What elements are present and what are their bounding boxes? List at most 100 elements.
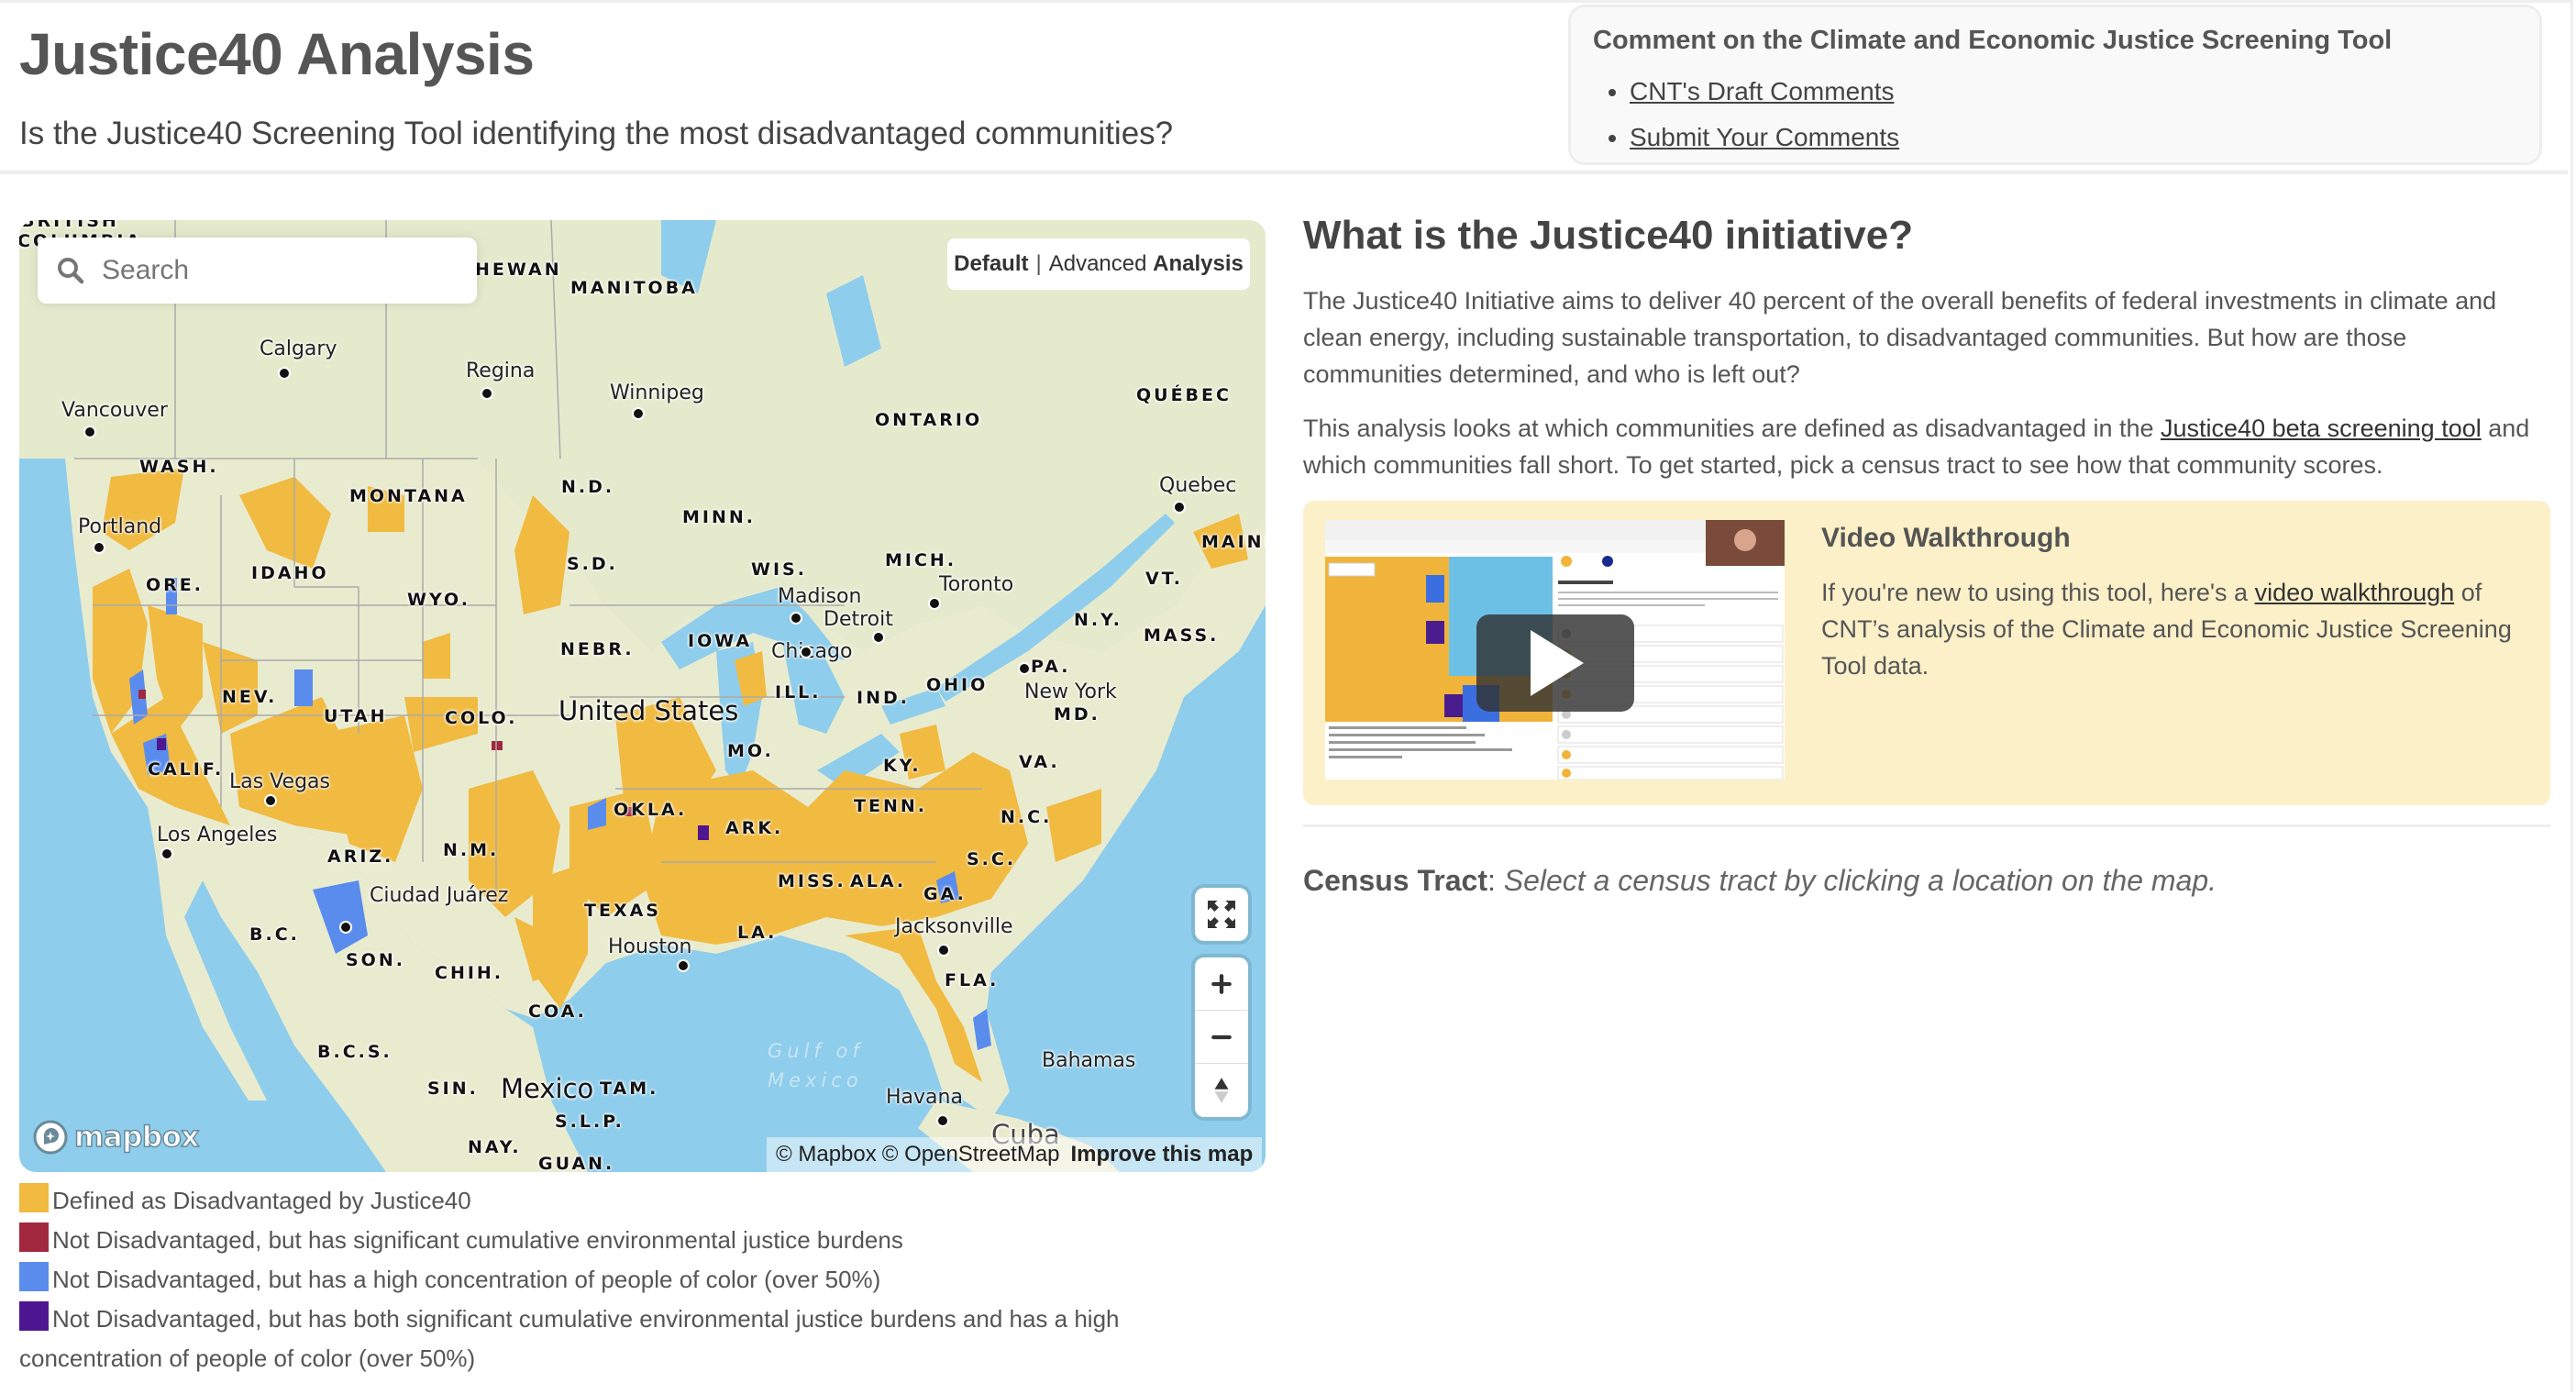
map-label-region: ALA. [850,871,907,891]
legend-label: Not Disadvantaged, but has a high concen… [52,1266,881,1293]
draft-comments-link[interactable]: CNT's Draft Comments [1630,77,1895,105]
search-input[interactable] [100,254,452,287]
map-label-city: Madison [778,585,862,608]
fullscreen-button[interactable] [1195,888,1248,941]
info-paragraph-2-text: This analysis looks at which communities… [1303,415,2161,442]
map-label-region: VA. [1019,752,1060,772]
map-label-city: Bahamas [1042,1049,1136,1072]
map-label-city: Ciudad Juárez [370,884,509,907]
mapbox-logo[interactable]: mapbox [32,1119,200,1156]
map-label-region: S.C. [967,849,1017,869]
osm-attribution-link[interactable]: © OpenStreetMap [882,1142,1060,1167]
map-search[interactable] [38,238,477,304]
map-label-city: Vancouver [61,399,168,422]
legend-label: Defined as Disadvantaged by Justice40 [52,1187,471,1214]
comment-card-heading: Comment on the Climate and Economic Just… [1593,26,2393,55]
mapbox-logo-icon [33,1120,68,1155]
city-dot [339,921,352,934]
map-label-region: ILL. [775,682,822,703]
legend-item: Not Disadvantaged, but has a high concen… [19,1260,1211,1300]
legend-swatch-burdens [19,1223,49,1252]
city-dot [264,794,277,807]
page-subtitle: Is the Justice40 Screening Tool identify… [19,116,1174,151]
census-tract-label: Census Tract [1303,864,1487,897]
map-label-region: B.C. [249,924,300,945]
city-dot [800,646,813,658]
improve-map-link[interactable]: Improve this map [1071,1142,1254,1167]
map-label-region: NEV. [222,687,278,707]
city-dot [790,612,802,625]
city-dot [278,367,291,380]
map-label-city: Winnipeg [610,382,704,404]
map-label-region: ARK. [725,818,784,838]
map-label-region: FLA. [945,970,1000,990]
play-icon [1531,630,1584,696]
comment-card: Comment on the Climate and Economic Just… [1568,5,2542,165]
map-label-region: BRITISH [21,220,119,231]
mode-default-button[interactable]: Default [954,251,1028,277]
map-label-region: CALIF. [148,759,225,780]
map-label-city: Jacksonville [895,915,1013,938]
mode-advanced-button[interactable]: Advanced Analysis [1049,251,1244,277]
page-title: Justice40 Analysis [19,21,535,87]
map-label-region: NAY. [468,1137,522,1157]
video-walkthrough-title: Video Walkthrough [1821,523,2071,553]
map-label-city: Detroit [824,608,893,631]
mode-separator: | [1035,251,1042,276]
play-button[interactable] [1476,614,1634,712]
legend-swatch-both [19,1301,49,1331]
info-paragraph-1: The Justice40 Initiative aims to deliver… [1303,287,2497,388]
map-label-city: Regina [466,360,536,382]
census-tract-prompt: Select a census tract by clicking a loca… [1503,864,2217,897]
map-attribution: © Mapbox © OpenStreetMap Improve this ma… [767,1137,1263,1172]
header-divider [0,171,2568,174]
zoom-in-button[interactable] [1195,957,1248,1011]
map-label-city: Calgary [260,337,337,360]
mapbox-attribution-link[interactable]: © Mapbox [776,1142,877,1167]
screening-tool-link[interactable]: Justice40 beta screening tool [2161,415,2482,442]
comment-link-item: Submit Your Comments [1630,115,2517,160]
map-label-city: Houston [608,935,692,958]
legend-item: Not Disadvantaged, but has both signific… [19,1300,1147,1378]
legend-label: Not Disadvantaged, but has both signific… [19,1305,1120,1372]
map[interactable]: BRITISH COLUMBIA HEWAN MANITOBA ONTARIO … [19,220,1266,1172]
fullscreen-control [1195,888,1248,941]
map-label-region: OKLA. [614,800,688,820]
map-label-region: GUAN. [538,1154,615,1172]
mode-advanced-label-2: Analysis [1153,251,1244,276]
zoom-out-button[interactable] [1195,1011,1248,1064]
video-walkthrough-link[interactable]: video walkthrough [2255,579,2455,606]
compass-button[interactable] [1195,1064,1248,1117]
map-label-region: N.C. [1001,807,1053,827]
legend-item: Not Disadvantaged, but has significant c… [19,1221,1211,1260]
mode-advanced-label-1: Advanced [1048,251,1147,276]
map-label-city: Quebec [1159,474,1237,497]
map-label-region: N.M. [443,840,500,860]
info-paragraph-2: This analysis looks at which communities… [1303,410,2550,483]
city-dot [872,631,885,644]
map-label-city: Portland [78,515,162,538]
map-label-region: MO. [727,741,774,761]
map-label-region: MICH. [885,550,957,570]
map-label-region: COA. [528,1001,587,1022]
map-label-city: Havana [886,1086,963,1109]
map-label-region: MASS. [1144,625,1220,646]
map-label-region: MAINE [1201,532,1266,552]
map-label-country: United States [558,695,739,726]
map-label-country: Mexico [501,1073,594,1104]
video-thumbnail[interactable] [1325,520,1785,780]
water-label-line: Gulf of [768,1040,864,1062]
city-dot [936,1114,949,1127]
submit-comments-link[interactable]: Submit Your Comments [1630,123,1899,151]
map-label-region: IND. [857,688,910,708]
city-dot [83,426,96,438]
map-label-region: MANITOBA [570,278,698,298]
fullscreen-icon [1208,901,1235,928]
map-label-region: MD. [1054,704,1100,725]
map-label-region: LA. [737,923,778,943]
water-label-line: Mexico [768,1069,863,1091]
map-label-region: TAM. [600,1079,659,1099]
census-tract-colon: : [1487,864,1504,897]
map-label-region: WIS. [751,559,807,580]
legend-item: Defined as Disadvantaged by Justice40 [19,1181,1211,1221]
